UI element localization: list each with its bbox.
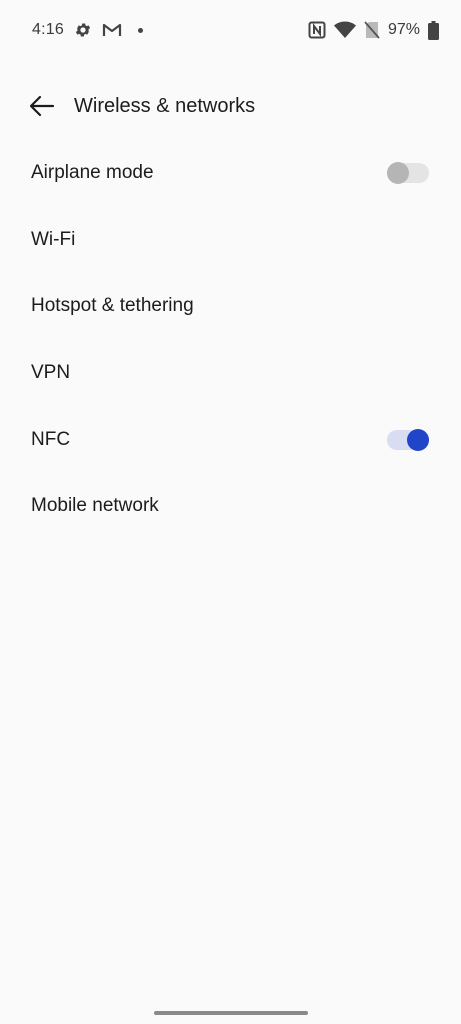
setting-mobile-network[interactable]: Mobile network: [0, 473, 461, 540]
settings-list: Airplane mode Wi-Fi Hotspot & tethering …: [0, 140, 461, 540]
arrow-left-icon: [29, 95, 55, 117]
gesture-nav-handle[interactable]: [154, 1011, 308, 1015]
battery-percentage: 97%: [387, 21, 420, 38]
status-right: 97%: [300, 20, 439, 40]
nfc-toggle[interactable]: [387, 428, 431, 451]
settings-icon: [74, 21, 92, 39]
setting-nfc[interactable]: NFC: [0, 406, 461, 473]
page-title: Wireless & networks: [74, 94, 256, 117]
wifi-icon: [333, 21, 356, 39]
setting-wifi[interactable]: Wi-Fi: [0, 207, 461, 274]
gmail-icon: [102, 22, 122, 38]
notification-dot: [137, 27, 143, 33]
setting-label: Mobile network: [31, 495, 159, 517]
battery-icon: [428, 20, 439, 40]
no-sim-icon: [364, 21, 380, 39]
setting-label: Airplane mode: [31, 162, 154, 184]
status-time: 4:16: [32, 21, 64, 38]
setting-label: Wi-Fi: [31, 228, 76, 250]
nfc-icon: [308, 21, 326, 39]
status-bar: 4:16 97%: [0, 0, 461, 60]
setting-label: NFC: [31, 428, 71, 450]
setting-hotspot-tethering[interactable]: Hotspot & tethering: [0, 273, 461, 340]
status-left: 4:16: [32, 21, 153, 39]
setting-label: VPN: [31, 362, 71, 384]
setting-airplane-mode[interactable]: Airplane mode: [0, 140, 461, 207]
toggle-thumb: [407, 428, 429, 451]
back-button[interactable]: [26, 90, 58, 122]
screen: 4:16 97% Wireless & networks Airplane mo…: [0, 0, 461, 1024]
setting-label: Hotspot & tethering: [31, 295, 194, 317]
airplane-mode-toggle[interactable]: [387, 162, 431, 185]
app-bar: Wireless & networks: [0, 78, 461, 134]
setting-vpn[interactable]: VPN: [0, 340, 461, 407]
